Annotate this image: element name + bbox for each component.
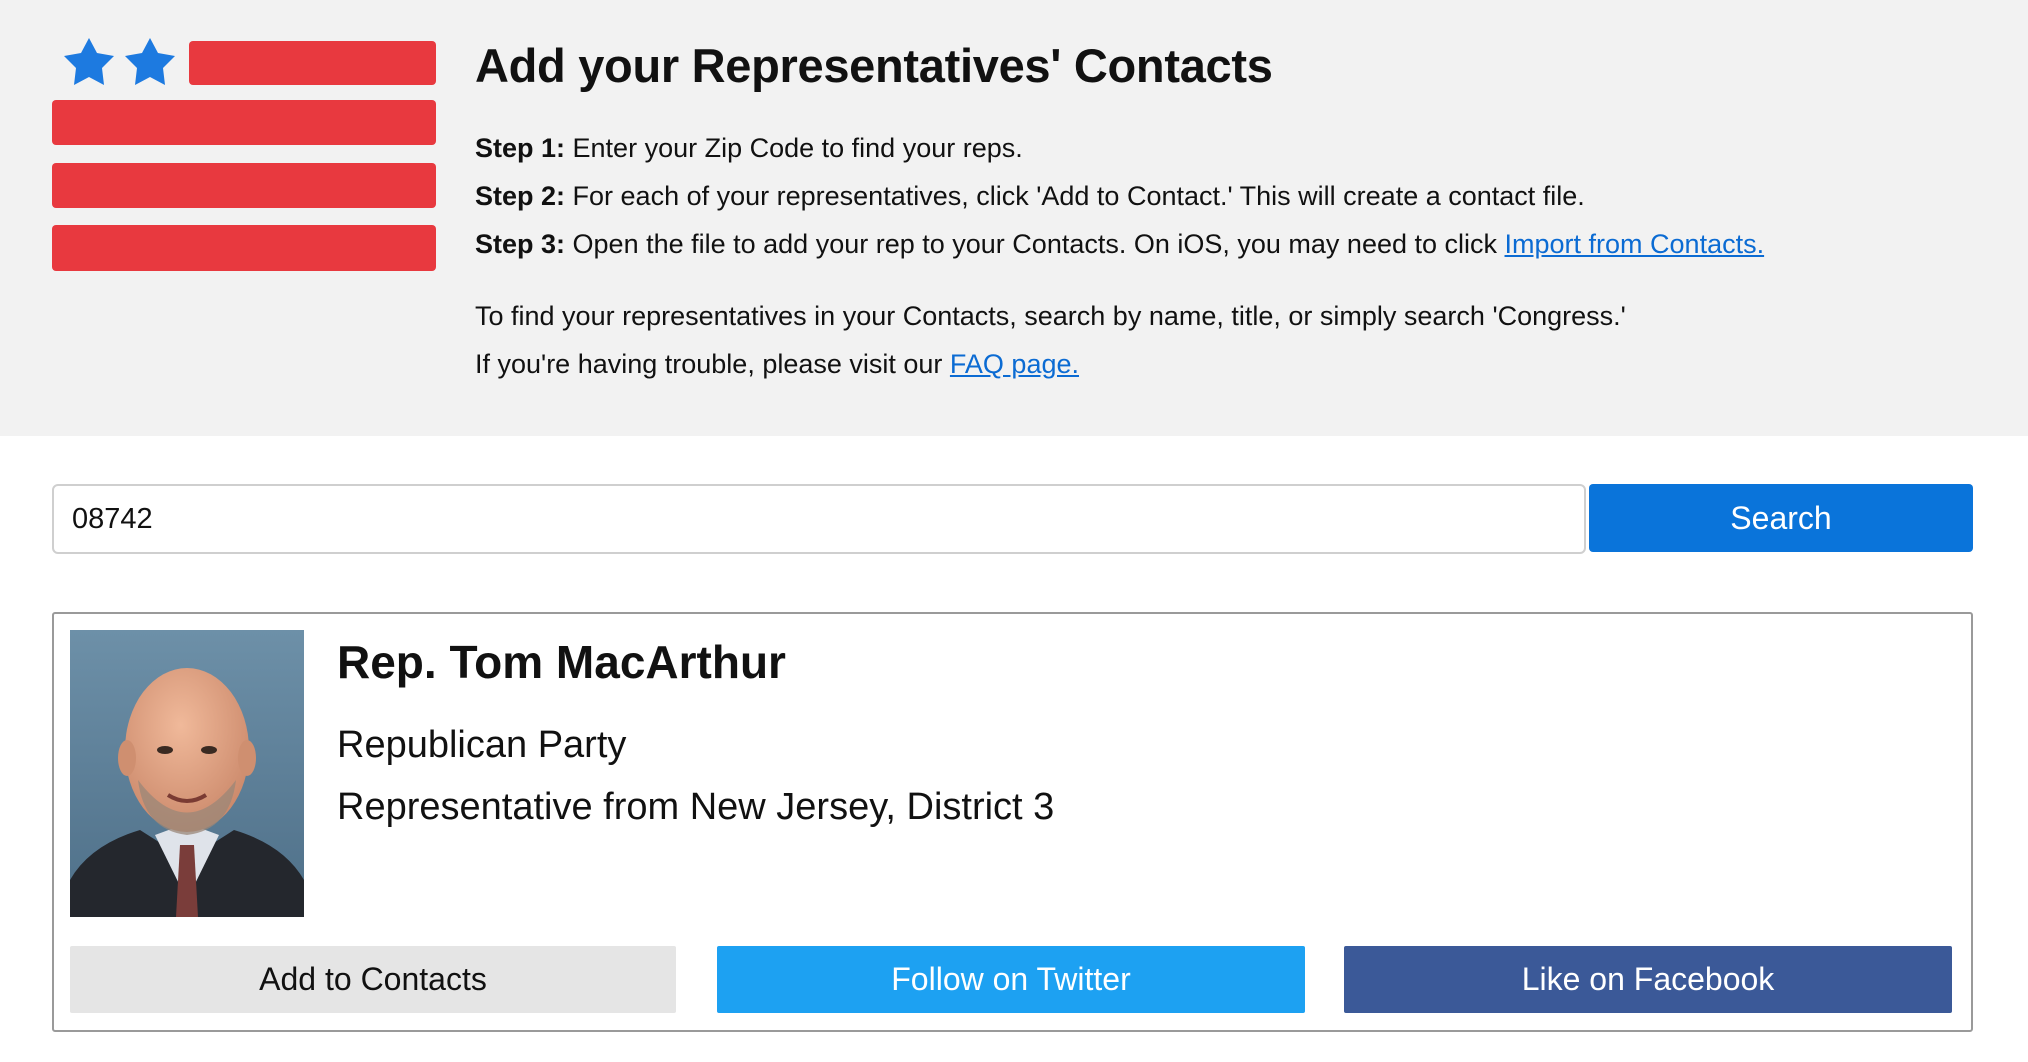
step-1: Step 1: Enter your Zip Code to find your… xyxy=(475,124,1995,172)
step-text: Open the file to add your rep to your Co… xyxy=(565,229,1505,259)
star-icon xyxy=(125,38,175,85)
step-label: Step 3: xyxy=(475,229,566,259)
flag-logo xyxy=(50,38,438,274)
rep-name: Rep. Tom MacArthur xyxy=(337,636,786,688)
flag-stripe xyxy=(52,225,436,271)
like-on-facebook-button[interactable]: Like on Facebook xyxy=(1344,946,1952,1013)
star-icon xyxy=(64,38,114,85)
rep-photo xyxy=(70,630,304,917)
notes: To find your representatives in your Con… xyxy=(475,292,1995,388)
faq-link[interactable]: FAQ page. xyxy=(950,349,1079,379)
follow-on-twitter-button[interactable]: Follow on Twitter xyxy=(717,946,1305,1013)
zip-code-input[interactable] xyxy=(52,484,1586,554)
add-to-contacts-button[interactable]: Add to Contacts xyxy=(70,946,676,1013)
intro: Add your Representatives' Contacts Step … xyxy=(475,36,1995,388)
page-title: Add your Representatives' Contacts xyxy=(475,39,1273,92)
steps-list: Step 1: Enter your Zip Code to find your… xyxy=(475,124,1995,268)
flag-stripe xyxy=(52,163,436,208)
search-tip: To find your representatives in your Con… xyxy=(475,301,1626,331)
step-label: Step 1: xyxy=(475,133,566,163)
flag-stripe xyxy=(189,41,436,85)
flag-stripe xyxy=(52,100,436,145)
header: Add your Representatives' Contacts Step … xyxy=(0,0,2028,436)
faq-note-text: If you're having trouble, please visit o… xyxy=(475,349,950,379)
rep-party: Republican Party xyxy=(337,724,627,766)
faq-note: If you're having trouble, please visit o… xyxy=(475,340,1995,388)
rep-card: Rep. Tom MacArthur Republican Party Repr… xyxy=(52,612,1973,1032)
step-label: Step 2: xyxy=(475,181,566,211)
step-2: Step 2: For each of your representatives… xyxy=(475,172,1995,220)
import-from-contacts-link[interactable]: Import from Contacts. xyxy=(1505,229,1765,259)
rep-district: Representative from New Jersey, District… xyxy=(337,786,1055,828)
step-text: Enter your Zip Code to find your reps. xyxy=(565,133,1023,163)
step-3: Step 3: Open the file to add your rep to… xyxy=(475,220,1995,268)
step-text: For each of your representatives, click … xyxy=(565,181,1585,211)
search-button[interactable]: Search xyxy=(1589,484,1973,552)
